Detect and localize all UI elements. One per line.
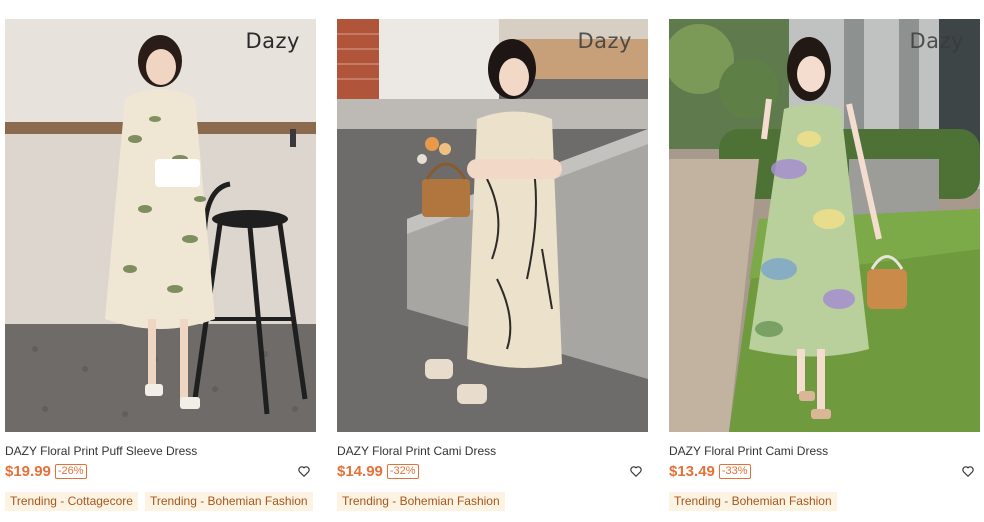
discount-badge: -33% [718, 463, 751, 479]
price-row: $19.99 -26% [5, 462, 316, 480]
product-image[interactable]: Dazy [5, 19, 316, 432]
tag-list: Trending - Cottagecore Trending - Bohemi… [5, 492, 316, 511]
product-title[interactable]: DAZY Floral Print Cami Dress [669, 444, 980, 458]
brand-watermark: Dazy [245, 29, 300, 53]
product-price: $14.99 [337, 462, 383, 480]
product-price: $13.49 [669, 462, 715, 480]
product-card[interactable]: Dazy DAZY Floral Print Cami Dress $13.49… [669, 19, 980, 511]
product-image[interactable]: Dazy [669, 19, 980, 432]
product-grid: Dazy DAZY Floral Print Puff Sleeve Dress… [5, 19, 980, 511]
product-card[interactable]: Dazy DAZY Floral Print Cami Dress $14.99… [337, 19, 648, 511]
trend-tag[interactable]: Trending - Bohemian Fashion [669, 492, 837, 511]
product-card[interactable]: Dazy DAZY Floral Print Puff Sleeve Dress… [5, 19, 316, 511]
tag-list: Trending - Bohemian Fashion [337, 492, 648, 511]
heart-outline-icon[interactable] [629, 464, 643, 478]
product-photo-illustration [5, 19, 316, 432]
product-photo-illustration [669, 19, 980, 432]
product-title[interactable]: DAZY Floral Print Cami Dress [337, 444, 648, 458]
heart-outline-icon[interactable] [297, 464, 311, 478]
product-photo-illustration [337, 19, 648, 432]
price-row: $14.99 -32% [337, 462, 648, 480]
product-title[interactable]: DAZY Floral Print Puff Sleeve Dress [5, 444, 316, 458]
tag-list: Trending - Bohemian Fashion [669, 492, 980, 511]
trend-tag[interactable]: Trending - Bohemian Fashion [337, 492, 505, 511]
heart-outline-icon[interactable] [961, 464, 975, 478]
product-image[interactable]: Dazy [337, 19, 648, 432]
trend-tag[interactable]: Trending - Cottagecore [5, 492, 138, 511]
product-price: $19.99 [5, 462, 51, 480]
trend-tag[interactable]: Trending - Bohemian Fashion [144, 492, 313, 511]
brand-watermark: Dazy [577, 29, 632, 53]
discount-badge: -32% [386, 463, 419, 479]
brand-watermark: Dazy [909, 29, 964, 53]
discount-badge: -26% [54, 463, 87, 479]
price-row: $13.49 -33% [669, 462, 980, 480]
